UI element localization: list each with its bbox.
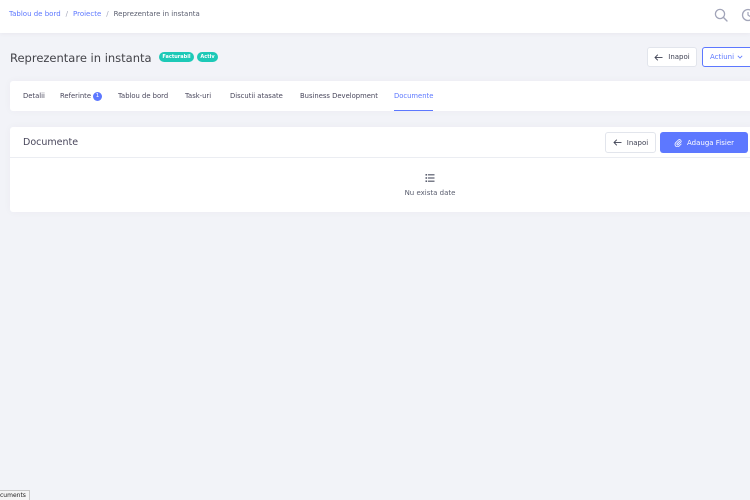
breadcrumb-separator: / (65, 10, 68, 18)
list-icon (425, 174, 435, 182)
tab-label: Detalii (23, 92, 45, 100)
search-icon[interactable] (713, 7, 729, 23)
status-bar-url: cuments (0, 490, 30, 500)
page-title: Reprezentare in instanta (10, 51, 152, 65)
tab-business-development[interactable]: Business Development (300, 81, 378, 111)
tabs-bar: Detalii Referinte 1 Tablou de bord Task-u… (10, 81, 750, 111)
back-button[interactable]: Inapoi (647, 47, 697, 67)
actions-dropdown-label: Actiuni (710, 53, 735, 61)
tab-label: Business Development (300, 92, 378, 100)
breadcrumb-home-link[interactable]: Tablou de bord (9, 10, 61, 18)
tab-tablou-de-bord[interactable]: Tablou de bord (118, 81, 168, 111)
tab-count-badge: 1 (93, 92, 103, 101)
add-file-button[interactable]: Adauga Fisier (660, 132, 748, 153)
arrow-left-icon (654, 53, 663, 61)
chevron-down-icon (737, 55, 743, 59)
documents-panel-title: Documente (23, 137, 79, 148)
tab-detalii[interactable]: Detalii (23, 81, 45, 111)
tab-label: Tablou de bord (118, 92, 169, 100)
arrow-left-icon (613, 139, 622, 146)
documents-panel-header: Documente Inapoi Adauga Fisier (10, 127, 750, 158)
top-bar: Tablou de bord / Proiecte / Reprezentare… (0, 0, 750, 33)
documents-back-label: Inapoi (626, 138, 649, 147)
breadcrumb: Tablou de bord / Proiecte / Reprezentare… (9, 10, 200, 18)
tab-label: Task-uri (185, 92, 212, 100)
empty-state-text: Nu exista date (404, 189, 456, 197)
actions-dropdown[interactable]: Actiuni (702, 47, 750, 67)
subheader: Reprezentare in instanta Facturabil Acti… (0, 44, 750, 74)
back-button-label: Inapoi (668, 53, 690, 61)
tab-label: Documente (394, 92, 434, 100)
breadcrumb-separator: / (106, 10, 109, 18)
tab-referinte[interactable]: Referinte 1 (60, 81, 103, 111)
tab-discutii-atasate[interactable]: Discutii atasate (230, 81, 283, 111)
tab-task-uri[interactable]: Task-uri (185, 81, 211, 111)
documents-panel: Documente Inapoi Adauga Fisier Nu exista… (10, 127, 750, 212)
history-icon[interactable] (740, 7, 750, 23)
breadcrumb-projects-link[interactable]: Proiecte (73, 10, 101, 18)
status-badge: Activ (197, 52, 218, 62)
tab-documente[interactable]: Documente (394, 81, 434, 111)
tab-label: Referinte (60, 92, 92, 100)
billable-badge: Facturabil (159, 52, 194, 62)
add-file-label: Adauga Fisier (686, 138, 735, 147)
tab-label: Discutii atasate (230, 92, 283, 100)
breadcrumb-current: Reprezentare in instanta (113, 10, 200, 18)
paperclip-icon (674, 138, 682, 147)
documents-back-button[interactable]: Inapoi (605, 132, 656, 153)
